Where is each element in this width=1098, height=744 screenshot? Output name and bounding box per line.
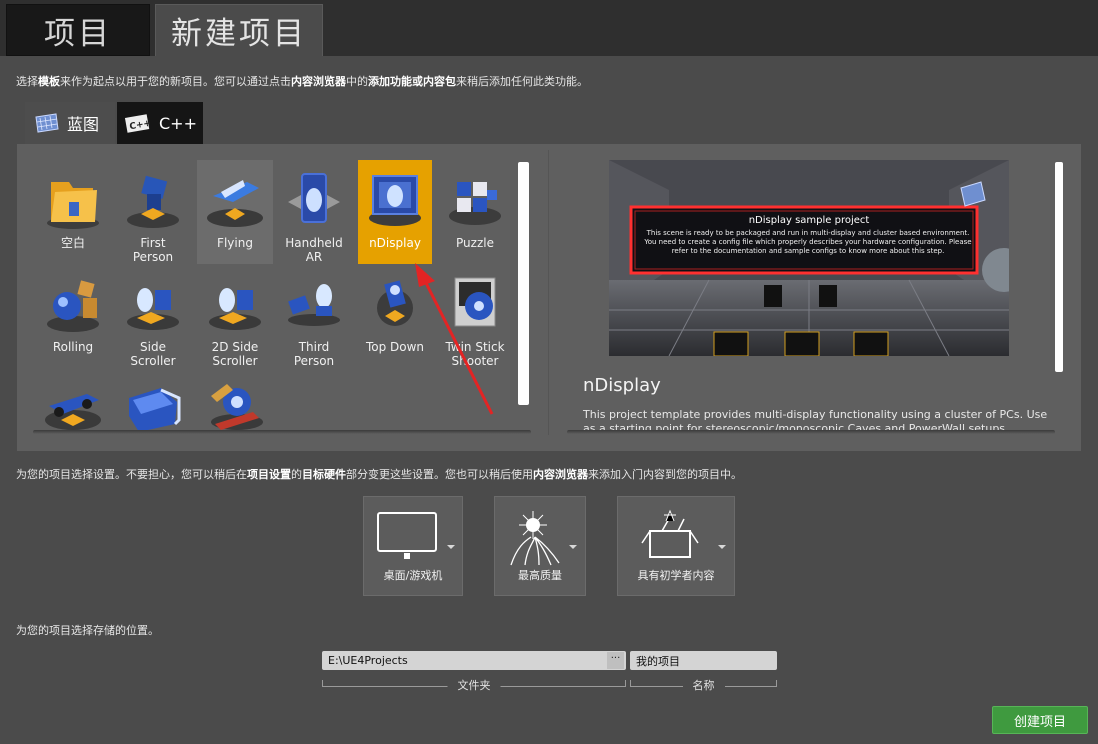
tab-cpp[interactable]: C++ C++ [117,102,203,144]
quality-setting-label: 最高质量 [518,569,562,582]
hardware-setting-label: 桌面/游戏机 [383,569,443,582]
template-label: Rolling [52,340,94,354]
quality-sun-icon [510,511,560,566]
template-flying[interactable]: Flying [197,160,273,264]
rolling-icon [41,272,105,336]
browse-folder-button[interactable]: ··· [607,652,624,669]
panel-divider [548,150,549,435]
content-setting-label: 具有初学者内容 [637,569,715,582]
folder-icon [41,168,105,232]
template-first-person[interactable]: First Person [115,160,191,264]
chevron-down-icon [569,545,577,549]
vehicle-icon [41,376,105,434]
preview-bottom-edge [567,430,1055,434]
template-label: Third Person [293,340,335,368]
template-label: Handheld AR [285,236,343,264]
template-ndisplay[interactable]: nDisplay [358,160,432,264]
tab-cpp-label: C++ [159,113,197,133]
template-label: 2D Side Scroller [211,340,259,368]
template-label: First Person [132,236,174,264]
template-vehicle-advanced[interactable] [197,368,273,434]
content-setting-dropdown[interactable]: 具有初学者内容 [617,496,735,596]
template-label: nDisplay [369,236,421,250]
template-2d-side-scroller[interactable]: 2D Side Scroller [197,264,273,368]
template-third-person[interactable]: Third Person [276,264,352,368]
folder-path-input[interactable]: E:\UE4Projects [322,651,626,670]
template-blank[interactable]: 空白 [35,160,111,264]
starter-content-box-icon [641,509,699,558]
folder-label-bracket: 文件夹 [322,677,626,693]
template-label: Side Scroller [130,340,176,368]
template-list-scrollbar[interactable] [518,162,529,405]
template-vehicle[interactable] [35,368,111,434]
chevron-down-icon [718,545,726,549]
name-label-bracket: 名称 [630,677,777,693]
side-scroller-icon [121,272,185,336]
blueprint-icon [35,113,59,133]
template-label: Puzzle [456,236,494,250]
annotation-arrow-icon [415,263,494,415]
flying-icon [203,168,267,232]
template-preview-image: nDisplay sample project This scene is re… [609,160,1009,356]
name-label: 名称 [682,677,725,693]
template-handheld-ar[interactable]: Handheld AR [276,160,352,264]
cpp-icon: C++ [124,114,152,133]
template-side-scroller[interactable]: Side Scroller [115,264,191,368]
template-label: Flying [217,236,253,250]
tab-projects[interactable]: 项目 [6,4,150,56]
tab-blueprint-label: 蓝图 [67,115,100,134]
template-puzzle[interactable]: Puzzle [437,160,513,264]
chevron-down-icon [447,545,455,549]
first-person-icon [121,168,185,232]
template-vr[interactable] [115,368,191,434]
2d-side-scroller-icon [203,272,267,336]
ndisplay-icon [363,168,427,232]
monitor-icon [377,512,437,559]
settings-hint: 为您的项目选择设置。不要担心，您可以稍后在项目设置的目标硬件部分变更这些设置。您… [16,468,742,481]
tab-new-project[interactable]: 新建项目 [155,4,323,56]
template-rolling[interactable]: Rolling [35,264,111,368]
handheld-ar-icon [282,168,346,232]
top-tab-bar: 项目 新建项目 [0,0,1098,56]
location-hint: 为您的项目选择存储的位置。 [16,624,159,637]
preview-scrollbar[interactable] [1055,162,1063,372]
template-label: 空白 [60,236,85,250]
preview-image-text: This scene is ready to be packaged and r… [644,229,972,255]
tab-blueprint[interactable]: 蓝图 [25,102,115,144]
folder-label: 文件夹 [447,677,501,693]
template-list-bottom-edge [33,430,531,434]
hardware-setting-dropdown[interactable]: 桌面/游戏机 [363,496,463,596]
quality-setting-dropdown[interactable]: 最高质量 [494,496,586,596]
preview-image-heading: nDisplay sample project [748,215,870,226]
third-person-icon [282,272,346,336]
create-project-button[interactable]: 创建项目 [992,706,1088,734]
preview-title: nDisplay [583,375,661,396]
vr-icon [121,376,185,434]
template-panel: 空白 First Person Flying Handheld AR nDisp… [17,144,1081,451]
template-hint: 选择模板来作为起点以用于您的新项目。您可以通过点击内容浏览器中的添加功能或内容包… [16,75,588,88]
project-name-input[interactable]: 我的项目 [630,651,777,670]
vehicle-advanced-icon [203,376,267,434]
puzzle-icon [443,168,507,232]
